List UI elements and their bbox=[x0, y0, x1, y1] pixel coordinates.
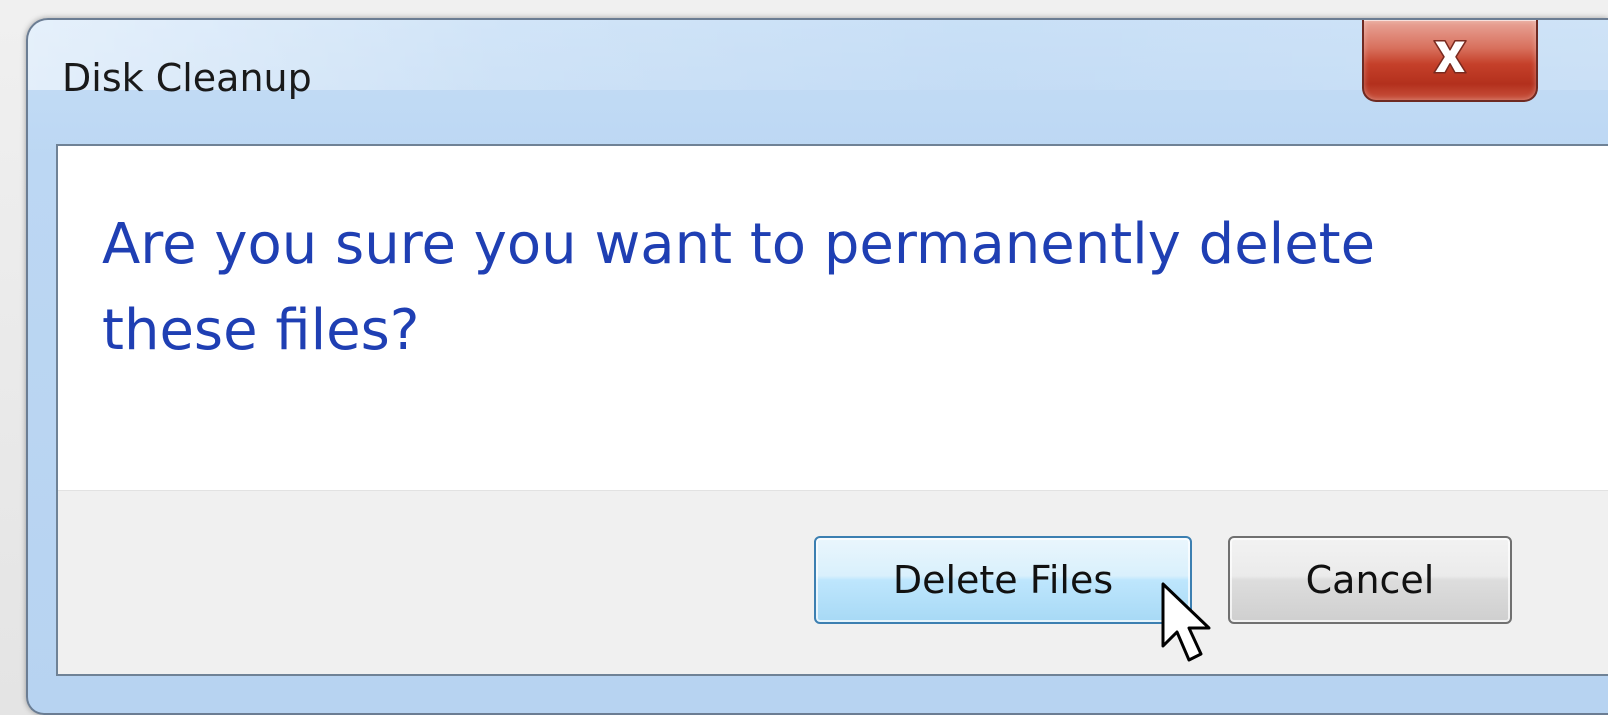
close-button[interactable] bbox=[1362, 20, 1538, 102]
delete-files-button[interactable]: Delete Files bbox=[814, 536, 1192, 624]
button-bar: Delete Files Cancel bbox=[58, 490, 1608, 674]
delete-files-label: Delete Files bbox=[892, 558, 1114, 602]
dialog-content: Are you sure you want to permanently del… bbox=[56, 144, 1608, 676]
confirmation-message: Are you sure you want to permanently del… bbox=[102, 212, 1376, 363]
cancel-label: Cancel bbox=[1305, 558, 1435, 602]
window-title: Disk Cleanup bbox=[62, 56, 312, 100]
disk-cleanup-dialog: Disk Cleanup Are you sure you want to pe… bbox=[26, 18, 1608, 715]
close-icon bbox=[1433, 40, 1467, 74]
cancel-button[interactable]: Cancel bbox=[1228, 536, 1512, 624]
